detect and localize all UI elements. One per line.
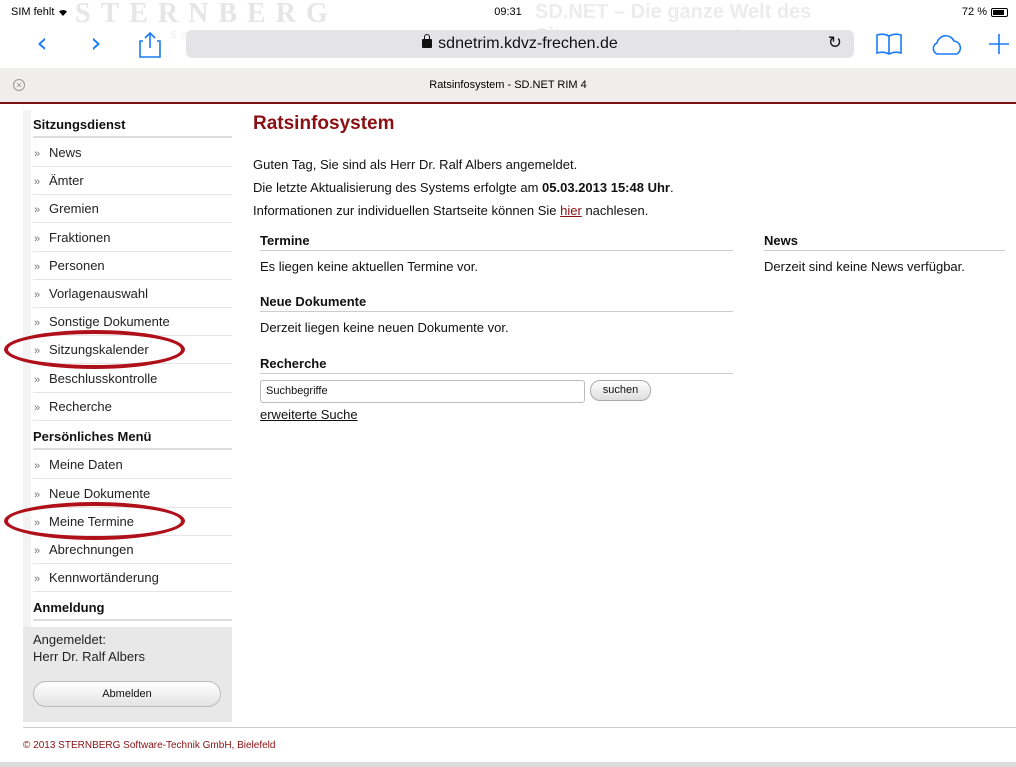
sidebar-item-news[interactable]: » News	[33, 139, 232, 167]
forward-icon[interactable]: ›	[84, 29, 108, 60]
sidebar-item-personen[interactable]: » Personen	[33, 252, 232, 280]
sidebar-item-abrechnungen[interactable]: » Abrechnungen	[33, 536, 232, 564]
reload-icon[interactable]: ↻	[828, 33, 842, 53]
update-text: Die letzte Aktualisierung des Systems er…	[253, 180, 674, 195]
chevron-right-icon: »	[34, 573, 41, 585]
recherche-heading: Recherche	[260, 356, 733, 374]
highlight-ellipse-sitzungskalender	[4, 330, 185, 369]
news-heading: News	[764, 233, 1005, 251]
chevron-right-icon: »	[34, 317, 41, 329]
footer-copyright: © 2013 STERNBERG Software-Technik GmbH, …	[23, 740, 276, 751]
info-link[interactable]: hier	[560, 203, 582, 218]
neue-dokumente-text: Derzeit liegen keine neuen Dokumente vor…	[260, 320, 509, 335]
neue-dokumente-heading: Neue Dokumente	[260, 294, 733, 312]
sidebar-item-fraktionen[interactable]: » Fraktionen	[33, 224, 232, 252]
chevron-right-icon: »	[34, 545, 41, 557]
sidebar-item-gremien[interactable]: » Gremien	[33, 195, 232, 223]
chevron-right-icon: »	[34, 460, 41, 472]
search-input[interactable]: Suchbegriffe	[260, 380, 585, 403]
chevron-right-icon: »	[34, 289, 41, 301]
search-button[interactable]: suchen	[590, 380, 651, 401]
sidebar-item-kennwortaenderung[interactable]: » Kennwortänderung	[33, 564, 232, 592]
cloud-tabs-icon[interactable]	[929, 34, 965, 56]
footer-divider	[23, 727, 1016, 728]
battery-icon	[991, 7, 1008, 17]
chevron-right-icon: »	[34, 374, 41, 386]
termine-heading: Termine	[260, 233, 733, 251]
tab-bar: × Ratsinfosystem - SD.NET RIM 4	[0, 68, 1016, 104]
section-sitzungsdienst: Sitzungsdienst	[33, 110, 232, 138]
logout-button[interactable]: Abmelden	[33, 681, 221, 707]
address-bar[interactable]: sdnetrim.kdvz-frechen.de ↻	[186, 30, 854, 58]
section-anmeldung: Anmeldung	[33, 593, 232, 621]
url-text: sdnetrim.kdvz-frechen.de	[186, 34, 854, 53]
sidebar: Sitzungsdienst » News » Ämter » Gremien » Fr…	[23, 110, 232, 722]
sidebar-item-aemter[interactable]: » Ämter	[33, 167, 232, 195]
termine-text: Es liegen keine aktuellen Termine vor.	[260, 259, 478, 274]
chevron-right-icon: »	[34, 402, 41, 414]
clock: 09:31	[494, 6, 522, 18]
chevron-right-icon: »	[34, 148, 41, 160]
battery-indicator: 72 %	[962, 6, 1008, 18]
horizontal-scrollbar[interactable]	[0, 762, 1016, 767]
sidebar-item-vorlagenauswahl[interactable]: » Vorlagenauswahl	[33, 280, 232, 308]
tab-title: Ratsinfosystem - SD.NET RIM 4	[429, 79, 587, 91]
advanced-search-link[interactable]: erweiterte Suche	[260, 407, 358, 422]
page-title: Ratsinfosystem	[253, 113, 395, 134]
back-icon[interactable]: ‹	[30, 29, 54, 60]
chevron-right-icon: »	[34, 233, 41, 245]
section-persoenliches-menue: Persönliches Menü	[33, 422, 232, 450]
login-status-box: Angemeldet: Herr Dr. Ralf Albers Abmelde…	[23, 627, 232, 722]
chevron-right-icon: »	[34, 204, 41, 216]
sidebar-item-meine-daten[interactable]: » Meine Daten	[33, 451, 232, 479]
logged-in-user: Herr Dr. Ralf Albers	[33, 649, 145, 664]
highlight-ellipse-meine-termine	[4, 502, 185, 540]
chevron-right-icon: »	[34, 176, 41, 188]
chevron-right-icon: »	[34, 489, 41, 501]
chevron-right-icon: »	[34, 261, 41, 273]
sidebar-item-beschlusskontrolle[interactable]: » Beschlusskontrolle	[33, 365, 232, 393]
info-text: Informationen zur individuellen Startsei…	[253, 203, 649, 218]
status-bar: SIM fehlt 09:31 72 %	[0, 0, 1016, 22]
news-text: Derzeit sind keine News verfügbar.	[764, 259, 965, 274]
sidebar-item-recherche[interactable]: » Recherche	[33, 393, 232, 421]
logged-in-label: Angemeldet:	[33, 632, 106, 647]
bookmarks-icon[interactable]	[876, 33, 902, 55]
greeting-text: Guten Tag, Sie sind als Herr Dr. Ralf Al…	[253, 157, 578, 172]
lock-icon	[422, 34, 433, 48]
share-icon[interactable]	[139, 31, 161, 58]
new-tab-icon[interactable]	[988, 33, 1010, 55]
